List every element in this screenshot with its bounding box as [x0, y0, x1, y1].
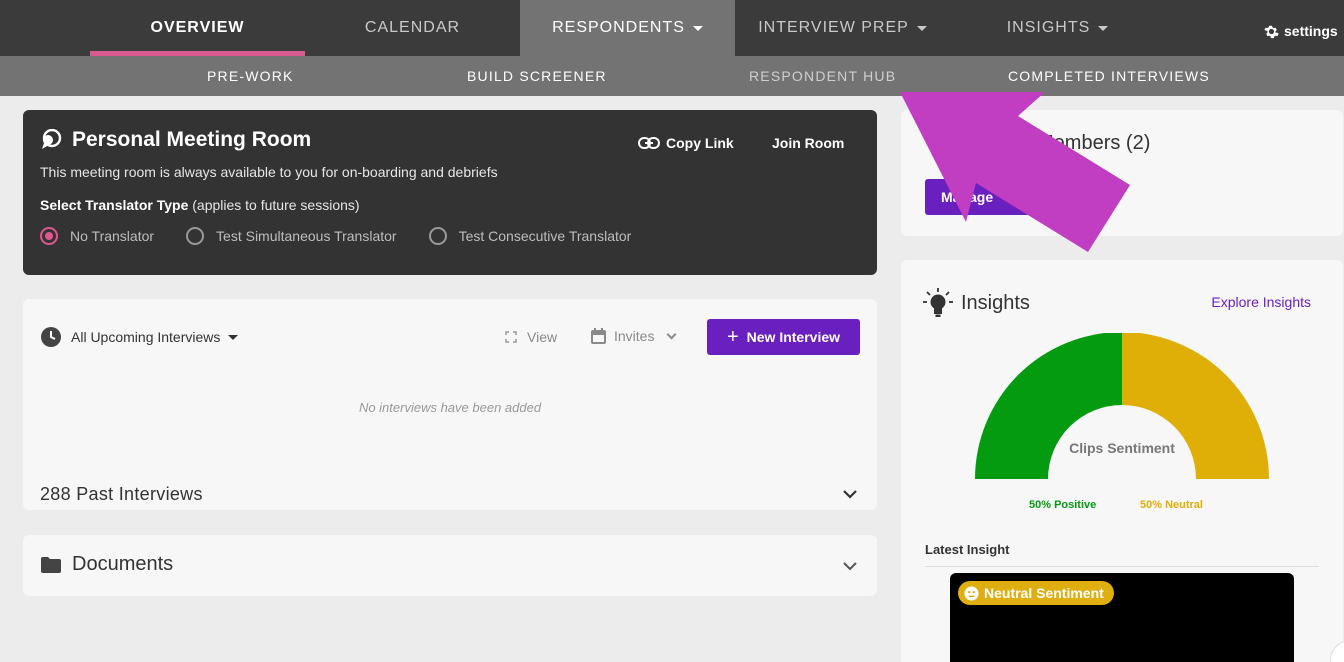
expand-icon	[505, 331, 517, 343]
chat-bubbles-icon	[42, 129, 62, 149]
tab-calendar-label: CALENDAR	[364, 19, 461, 36]
upcoming-interviews-filter-label: All Upcoming Interviews	[71, 329, 221, 345]
insights-title: Insights	[921, 287, 1030, 319]
subnav-respondent-hub-label: RESPONDENT HUB	[749, 68, 897, 84]
tab-respondents-label: RESPONDENTS	[552, 19, 685, 36]
radio-no-translator[interactable]: No Translator	[40, 227, 154, 245]
caret-down-icon	[692, 25, 703, 31]
radio-unselected-icon	[186, 227, 205, 245]
subnav-pre-work-label: PRE-WORK	[207, 68, 294, 84]
past-interviews-label: 288 Past Interviews	[40, 484, 203, 504]
sub-nav: PRE-WORK BUILD SCREENER RESPONDENT HUB C…	[0, 56, 1344, 96]
subnav-completed-interviews[interactable]: COMPLETED INTERVIEWS	[1008, 56, 1210, 96]
plus-icon: +	[726, 326, 739, 348]
radio-consecutive-translator-label: Test Consecutive Translator	[458, 228, 632, 244]
calendar-icon	[591, 328, 606, 344]
join-room-button[interactable]: Join Room	[772, 135, 844, 151]
radio-simultaneous-translator[interactable]: Test Simultaneous Translator	[186, 227, 397, 245]
documents-title-text: Documents	[72, 553, 174, 575]
past-interviews-toggle[interactable]	[843, 486, 857, 504]
tab-overview[interactable]: OVERVIEW	[90, 0, 305, 56]
tab-insights-label: INSIGHTS	[1006, 19, 1091, 36]
explore-insights-link[interactable]: Explore Insights	[1211, 294, 1311, 310]
interviews-card: All Upcoming Interviews View Invites + N…	[23, 299, 877, 510]
meeting-room-card: Personal Meeting Room This meeting room …	[23, 110, 877, 275]
meeting-room-description: This meeting room is always available to…	[40, 164, 498, 180]
invites-dropdown[interactable]: Invites	[591, 328, 677, 344]
tab-interview-prep[interactable]: INTERVIEW PREP	[735, 0, 950, 56]
invites-label: Invites	[614, 328, 655, 344]
manage-members-label: Manage	[941, 189, 994, 205]
neutral-legend: 50% Neutral	[1140, 499, 1203, 511]
members-card: Members (2) Manage	[901, 110, 1343, 236]
radio-no-translator-label: No Translator	[70, 228, 155, 244]
gauge-positive-segment	[975, 333, 1122, 479]
chevron-down-icon	[843, 562, 857, 571]
subnav-respondent-hub[interactable]: RESPONDENT HUB	[749, 56, 896, 96]
neutral-face-icon	[964, 585, 979, 601]
translator-type-label: Select Translator Type (applies to futur…	[40, 197, 360, 213]
copy-link-button[interactable]: Copy Link	[638, 135, 734, 151]
insights-card: Insights Explore Insights Clips Sentimen…	[901, 260, 1343, 662]
tab-insights[interactable]: INSIGHTS	[950, 0, 1165, 56]
tab-calendar[interactable]: CALENDAR	[305, 0, 520, 56]
sentiment-badge: Neutral Sentiment	[958, 581, 1114, 605]
translator-radio-group: No Translator Test Simultaneous Translat…	[40, 227, 663, 245]
positive-legend: 50% Positive	[1029, 499, 1097, 511]
translator-type-heading: Select Translator Type	[40, 197, 189, 213]
insights-title-text: Insights	[961, 291, 1030, 314]
documents-card[interactable]: Documents	[23, 535, 877, 596]
copy-link-label: Copy Link	[666, 135, 734, 151]
tab-interview-prep-label: INTERVIEW PREP	[758, 19, 909, 36]
members-title-text: Members (2)	[1037, 132, 1151, 154]
lightbulb-icon	[923, 288, 953, 317]
subnav-build-screener[interactable]: BUILD SCREENER	[467, 56, 607, 96]
top-nav: OVERVIEW CALENDAR RESPONDENTS INTERVIEW …	[0, 0, 1344, 56]
new-interview-button[interactable]: + New Interview	[707, 319, 860, 355]
sentiment-badge-label: Neutral Sentiment	[984, 585, 1104, 601]
radio-simultaneous-translator-label: Test Simultaneous Translator	[216, 228, 397, 244]
chevron-down-icon	[667, 329, 677, 339]
documents-toggle[interactable]	[843, 558, 857, 576]
subnav-completed-interviews-label: COMPLETED INTERVIEWS	[1008, 68, 1210, 84]
radio-unselected-icon	[428, 227, 447, 245]
members-title: Members (2)	[925, 132, 1150, 155]
radio-selected-icon	[40, 227, 58, 245]
subnav-build-screener-label: BUILD SCREENER	[467, 68, 607, 84]
upcoming-interviews-filter[interactable]: All Upcoming Interviews	[41, 327, 239, 347]
caret-down-icon	[916, 25, 927, 31]
documents-title: Documents	[40, 553, 173, 576]
latest-insight-clip[interactable]: Neutral Sentiment	[950, 573, 1294, 662]
folder-icon	[41, 556, 61, 573]
settings-label: settings	[1284, 23, 1338, 39]
chevron-down-icon	[843, 490, 857, 499]
empty-interviews-message: No interviews have been added	[358, 400, 542, 415]
link-icon	[638, 137, 660, 149]
meeting-room-title: Personal Meeting Room	[40, 128, 311, 152]
manage-members-button[interactable]: Manage	[925, 179, 1045, 215]
view-button[interactable]: View	[505, 329, 557, 345]
gear-icon	[1264, 25, 1279, 38]
gauge-neutral-segment	[1122, 333, 1269, 479]
tab-respondents[interactable]: RESPONDENTS	[520, 0, 735, 56]
subnav-pre-work[interactable]: PRE-WORK	[207, 56, 294, 96]
settings-button[interactable]: settings	[1264, 0, 1344, 62]
clock-icon	[41, 327, 61, 347]
radio-consecutive-translator[interactable]: Test Consecutive Translator	[428, 227, 632, 245]
latest-insight-heading: Latest Insight	[925, 542, 1319, 567]
tab-overview-label: OVERVIEW	[150, 19, 245, 36]
translator-type-note: (applies to future sessions)	[188, 197, 360, 213]
meeting-room-title-text: Personal Meeting Room	[72, 128, 312, 151]
new-interview-label: New Interview	[746, 329, 841, 345]
caret-down-icon	[1098, 25, 1109, 31]
view-label: View	[527, 329, 558, 345]
sentiment-gauge: Clips Sentiment	[975, 333, 1269, 479]
caret-down-icon	[228, 334, 239, 340]
gauge-label: Clips Sentiment	[1069, 440, 1175, 456]
